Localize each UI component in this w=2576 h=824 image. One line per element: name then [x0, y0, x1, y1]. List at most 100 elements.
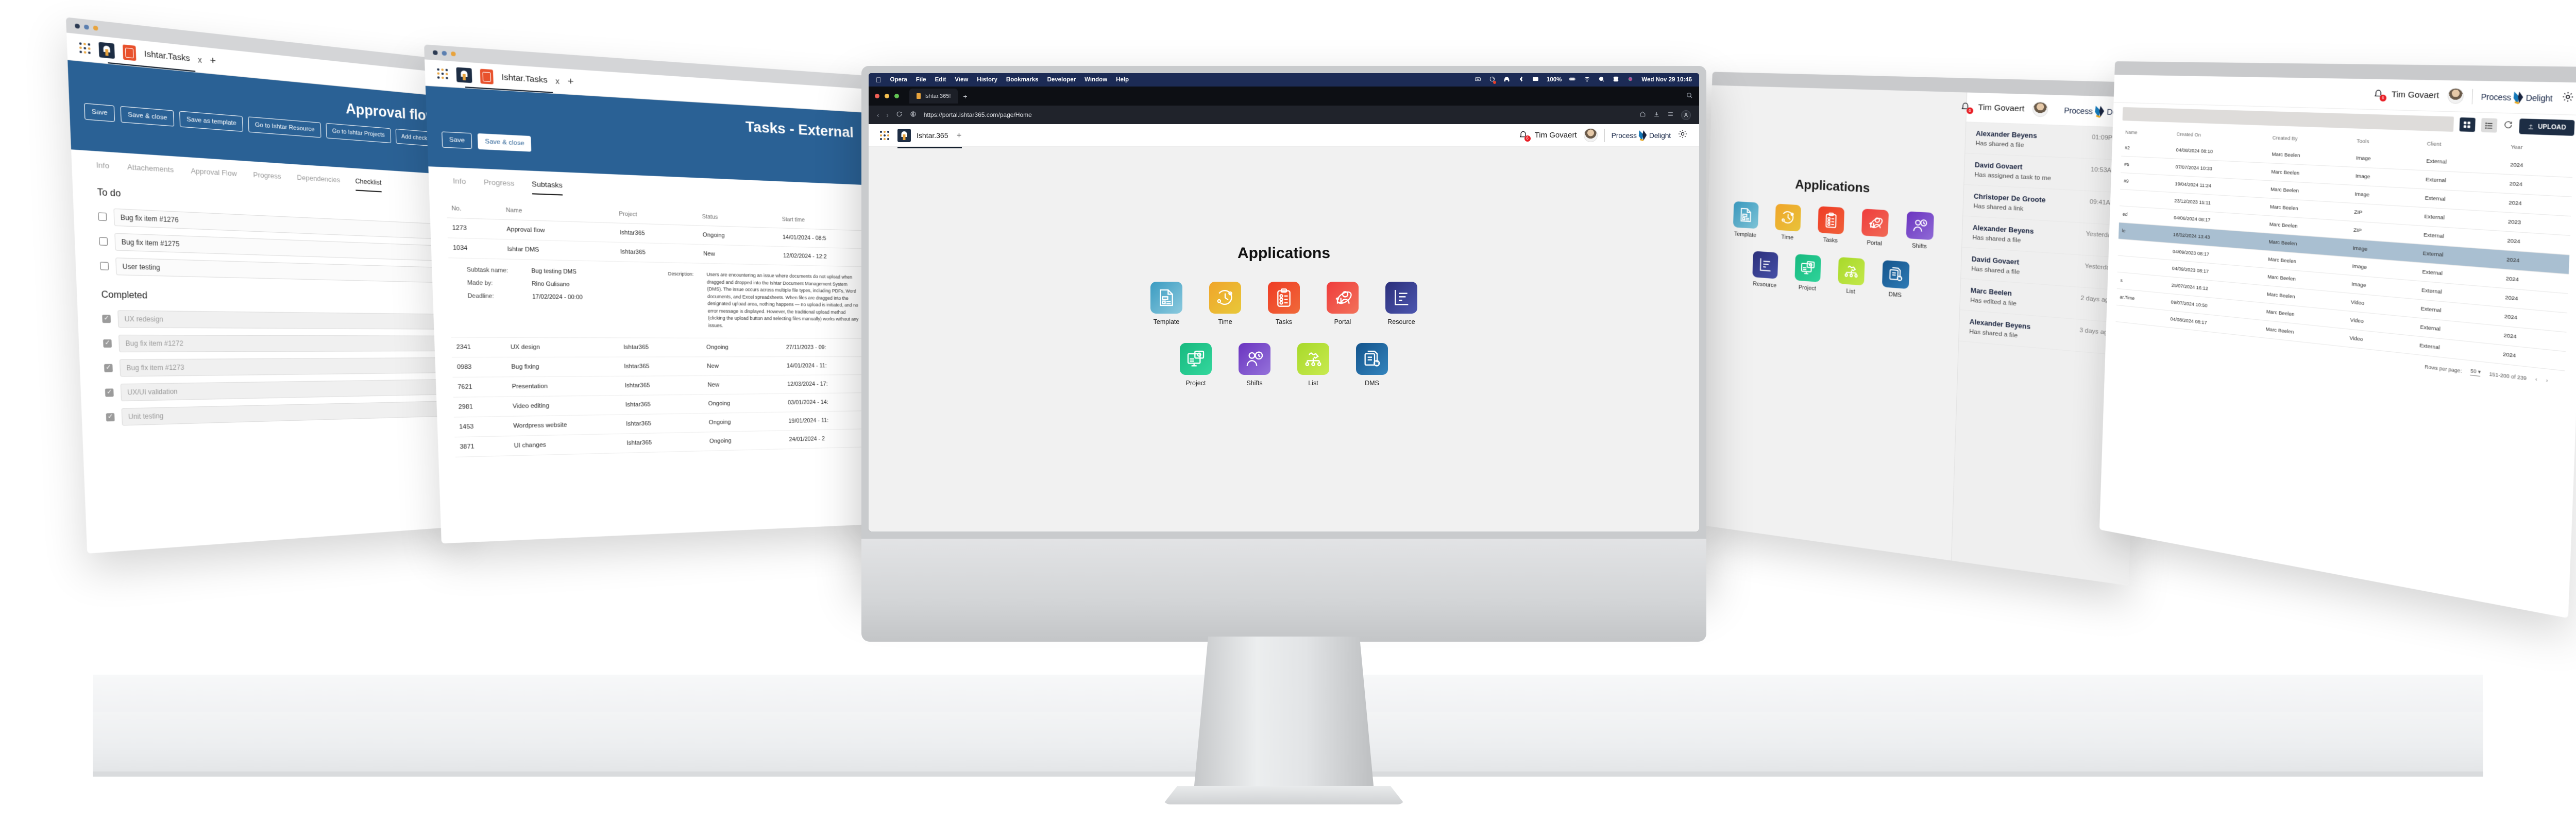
gear-icon[interactable] — [2561, 91, 2574, 106]
app-template[interactable]: Template — [1145, 282, 1188, 325]
upload-button[interactable]: UPLOAD — [2519, 118, 2575, 136]
close-tab-icon[interactable]: x — [198, 55, 202, 64]
wifi-icon[interactable] — [1584, 76, 1590, 84]
tab-dependencies[interactable]: Dependencies — [297, 173, 340, 190]
checklist-item-label[interactable]: UX redesign — [117, 310, 444, 330]
apple-logo-icon[interactable]:  — [876, 76, 882, 84]
back-button[interactable]: ‹ — [877, 111, 879, 119]
window-minimize-dot[interactable] — [83, 24, 89, 30]
save-close-button[interactable]: Save & close — [120, 106, 175, 127]
checkbox-checked-icon[interactable] — [105, 388, 114, 397]
waffle-menu-icon[interactable] — [79, 42, 91, 54]
app-tasks[interactable]: Tasks — [1262, 282, 1306, 325]
browser-close-dot[interactable] — [875, 94, 879, 98]
col-year[interactable]: Year — [2506, 139, 2574, 159]
save-template-button[interactable]: Save as template — [179, 111, 244, 132]
prev-page-button[interactable]: ‹ — [2535, 376, 2537, 382]
col-start-time[interactable]: Start time — [777, 211, 863, 231]
add-tab-icon[interactable]: + — [210, 54, 216, 67]
refresh-icon[interactable] — [2503, 119, 2513, 132]
checklist-item-label[interactable]: Unit testing — [121, 401, 447, 426]
col-project[interactable]: Project — [614, 205, 699, 226]
app-project[interactable]: Project — [1791, 254, 1824, 293]
col-status[interactable]: Status — [697, 208, 778, 228]
browser-zoom-dot[interactable] — [894, 94, 899, 98]
control-center-icon[interactable] — [1613, 76, 1619, 84]
save-button[interactable]: Save — [84, 103, 115, 122]
window-zoom-dot[interactable] — [451, 51, 456, 57]
checklist-item[interactable]: Bug fix item #1272 — [78, 331, 463, 356]
browser-tab[interactable]: Ishtar.365! — [909, 89, 958, 104]
tab-label[interactable]: Ishtar.Tasks — [144, 49, 191, 63]
portal-app-name[interactable]: Ishtar.365 — [917, 131, 948, 140]
url-text[interactable]: https://portal.ishtar365.com/page/Home — [924, 111, 1032, 118]
save-button[interactable]: Save — [442, 131, 472, 149]
checklist-item-label[interactable]: UX/UI validation — [120, 379, 446, 402]
avatar[interactable] — [2032, 101, 2048, 117]
app-shifts[interactable]: Shifts — [1233, 343, 1276, 387]
add-tab-icon[interactable]: + — [567, 75, 574, 88]
save-close-button[interactable]: Save & close — [478, 133, 532, 152]
menu-help[interactable]: Help — [1116, 77, 1129, 83]
window-zoom-dot[interactable] — [93, 25, 98, 31]
menu-view[interactable]: View — [955, 77, 968, 83]
menu-history[interactable]: History — [977, 77, 997, 83]
app-portal[interactable]: Portal — [1858, 209, 1892, 248]
checkbox-checked-icon[interactable] — [102, 315, 111, 323]
next-page-button[interactable]: › — [2546, 377, 2548, 383]
tab-progress[interactable]: Progress — [253, 170, 281, 186]
app-list[interactable]: List — [1835, 256, 1868, 296]
app-tasks[interactable]: Tasks — [1815, 206, 1848, 245]
app-resource[interactable]: Resource — [1749, 251, 1782, 289]
checklist-item-label[interactable]: Bug fix item #1273 — [119, 357, 446, 377]
menu-opera[interactable]: Opera — [890, 77, 907, 83]
avatar[interactable] — [2447, 88, 2464, 104]
profile-avatar-icon[interactable] — [1681, 110, 1691, 120]
siri-icon[interactable] — [1627, 76, 1634, 84]
close-tab-icon[interactable]: x — [555, 76, 560, 85]
display-icon[interactable] — [1532, 76, 1539, 84]
app-dms[interactable]: DMS — [1350, 343, 1394, 387]
app-list[interactable]: List — [1292, 343, 1335, 387]
menu-window[interactable]: Window — [1084, 77, 1107, 83]
goto-resource-button[interactable]: Go to Ishtar Resource — [248, 116, 321, 138]
table-row[interactable]: 2341 UX design Ishtar365 Ongoing 27/11/2… — [451, 337, 867, 357]
bluetooth-icon[interactable] — [1518, 76, 1524, 84]
checkbox-checked-icon[interactable] — [106, 413, 115, 422]
site-security-icon[interactable] — [910, 111, 917, 119]
menu-developer[interactable]: Developer — [1047, 77, 1076, 83]
checkbox-icon[interactable] — [100, 262, 109, 270]
user-name[interactable]: Tim Govaert — [2392, 90, 2439, 100]
checkbox-icon[interactable] — [98, 212, 107, 221]
user-name[interactable]: Tim Govaert — [1535, 131, 1577, 140]
app-resource[interactable]: Resource — [1380, 282, 1423, 325]
waffle-menu-icon[interactable] — [880, 130, 889, 140]
bell-icon[interactable]: 6 — [1960, 101, 1973, 114]
forward-button[interactable]: › — [886, 111, 888, 119]
tasks-app-icon[interactable] — [480, 68, 494, 84]
headphones-icon[interactable] — [1503, 76, 1510, 84]
goto-projects-button[interactable]: Go to Ishtar Projects — [326, 123, 391, 143]
table-row[interactable]: 0983 Bug fixing Ishtar365 New 14/01/2024… — [452, 356, 867, 377]
ishtar-logo-icon[interactable] — [456, 66, 472, 83]
tab-approval-flow[interactable]: Approval Flow — [191, 166, 237, 184]
app-project[interactable]: Project — [1174, 343, 1217, 387]
menu-bookmarks[interactable]: Bookmarks — [1006, 77, 1039, 83]
window-minimize-dot[interactable] — [442, 50, 447, 56]
ishtar-logo-icon[interactable] — [897, 128, 911, 142]
tab-attachements[interactable]: Attachements — [127, 162, 174, 180]
tab-info[interactable]: Info — [453, 177, 466, 192]
search-icon[interactable] — [1598, 76, 1605, 84]
gear-icon[interactable] — [1677, 129, 1688, 142]
checkbox-checked-icon[interactable] — [103, 339, 112, 348]
grid-view-button[interactable] — [2459, 117, 2476, 132]
checklist-item[interactable]: UX redesign — [77, 306, 462, 333]
menu-edit[interactable]: Edit — [935, 77, 946, 83]
waffle-menu-icon[interactable] — [437, 67, 448, 79]
keyboard-icon[interactable] — [1475, 76, 1481, 84]
menu-icon[interactable] — [1667, 111, 1674, 119]
tab-progress[interactable]: Progress — [484, 178, 515, 194]
app-template[interactable]: Template — [1730, 201, 1762, 238]
battery-icon[interactable] — [1569, 76, 1576, 84]
bell-icon[interactable]: 6 — [2372, 88, 2386, 102]
